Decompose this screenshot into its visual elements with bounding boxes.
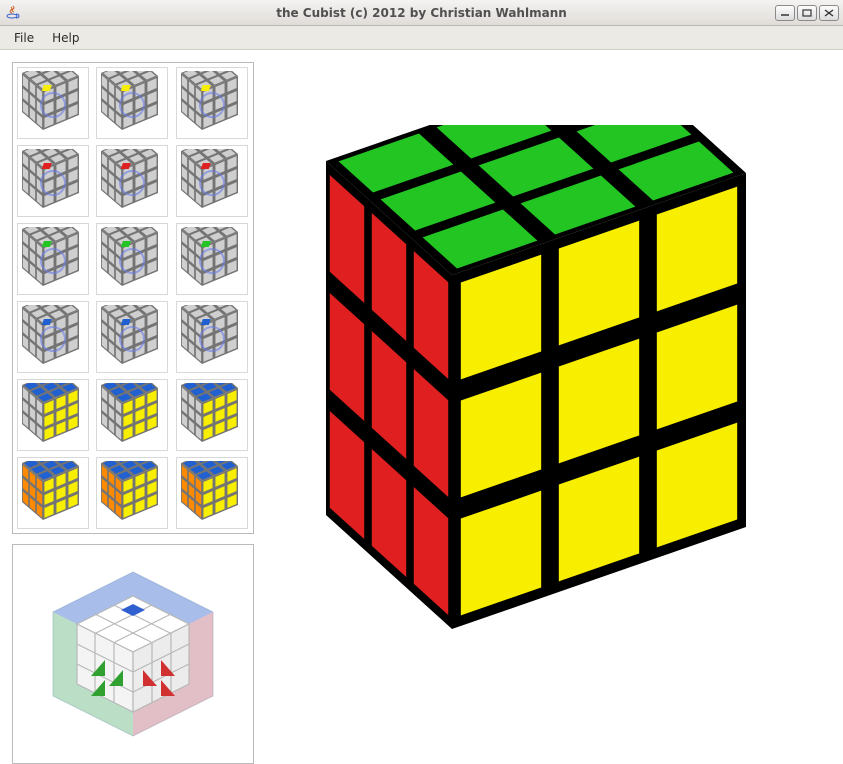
move-step-6[interactable] bbox=[176, 145, 248, 217]
move-step-3[interactable] bbox=[176, 67, 248, 139]
move-step-7[interactable] bbox=[17, 223, 89, 295]
move-step-13[interactable] bbox=[17, 379, 89, 451]
move-step-14[interactable] bbox=[96, 379, 168, 451]
move-step-18[interactable] bbox=[176, 457, 248, 529]
menu-file[interactable]: File bbox=[6, 28, 42, 48]
cube-orientation-preview[interactable] bbox=[12, 544, 254, 764]
move-step-15[interactable] bbox=[176, 379, 248, 451]
menu-help[interactable]: Help bbox=[44, 28, 87, 48]
window-title: the Cubist (c) 2012 by Christian Wahlman… bbox=[0, 6, 843, 20]
window-titlebar: the Cubist (c) 2012 by Christian Wahlman… bbox=[0, 0, 843, 26]
minimize-button[interactable] bbox=[775, 5, 795, 21]
move-step-11[interactable] bbox=[96, 301, 168, 373]
algorithm-thumbnail-grid bbox=[12, 62, 254, 534]
java-coffee-icon bbox=[4, 4, 22, 22]
maximize-button[interactable] bbox=[797, 5, 817, 21]
move-step-10[interactable] bbox=[17, 301, 89, 373]
move-step-2[interactable] bbox=[96, 67, 168, 139]
side-panel bbox=[0, 50, 260, 759]
move-step-5[interactable] bbox=[96, 145, 168, 217]
content-area bbox=[0, 50, 843, 759]
move-step-9[interactable] bbox=[176, 223, 248, 295]
menu-bar: File Help bbox=[0, 26, 843, 50]
move-step-4[interactable] bbox=[17, 145, 89, 217]
move-step-8[interactable] bbox=[96, 223, 168, 295]
move-step-17[interactable] bbox=[96, 457, 168, 529]
move-step-1[interactable] bbox=[17, 67, 89, 139]
move-step-16[interactable] bbox=[17, 457, 89, 529]
move-step-12[interactable] bbox=[176, 301, 248, 373]
main-3d-cube-view[interactable] bbox=[260, 50, 843, 759]
close-button[interactable] bbox=[819, 5, 839, 21]
